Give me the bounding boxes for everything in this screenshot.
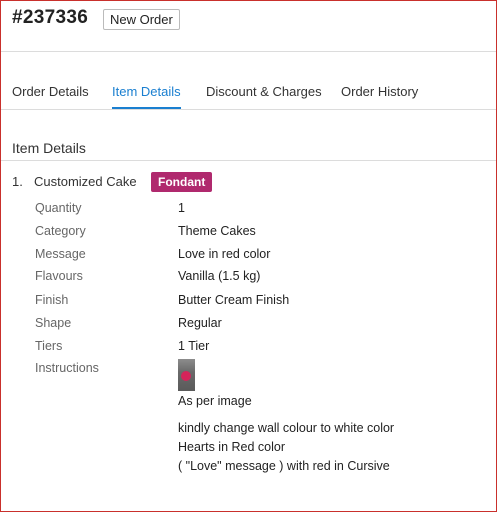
tab-order-details[interactable]: Order Details	[12, 84, 89, 108]
field-label: Shape	[35, 316, 72, 330]
instruction-line: Hearts in Red color	[178, 440, 285, 454]
item-index: 1.	[12, 174, 23, 189]
field-value: Vanilla (1.5 kg)	[178, 269, 261, 283]
reference-image-thumbnail[interactable]	[178, 359, 195, 391]
instruction-line: kindly change wall colour to white color	[178, 421, 395, 435]
field-value: Regular	[178, 316, 222, 330]
tab-item-details-label: Item Details	[112, 84, 181, 99]
order-id: #237336	[12, 7, 89, 28]
item-name: Customized Cake	[34, 174, 137, 189]
tab-discount-charges[interactable]: Discount & Charges	[206, 84, 322, 108]
thumbnail-heart	[181, 371, 191, 381]
field-value: Love in red color	[178, 247, 271, 261]
section-title: Item Details	[12, 140, 86, 156]
image-caption: As per image	[178, 394, 252, 408]
field-label: Tiers	[35, 339, 63, 353]
field-label: Message	[35, 247, 86, 261]
active-tab-indicator	[112, 107, 181, 109]
item-type-badge: Fondant	[151, 172, 213, 192]
field-value: 1	[178, 201, 185, 215]
order-detail-panel: #237336 New Order Order Details Item Det…	[0, 0, 497, 512]
field-label: Finish	[35, 293, 69, 307]
tab-bar: Order Details Item Details Discount & Ch…	[1, 79, 496, 110]
field-label: Category	[35, 224, 86, 238]
instructions-label: Instructions	[35, 361, 99, 375]
order-status-badge: New Order	[103, 9, 180, 30]
instruction-line: ( "Love" message ) with red in Cursive	[178, 459, 390, 473]
field-value: 1 Tier	[178, 339, 210, 353]
order-header: #237336 New Order	[1, 1, 496, 52]
field-value: Butter Cream Finish	[178, 293, 290, 307]
tab-order-history[interactable]: Order History	[341, 84, 418, 108]
tab-item-details[interactable]: Item Details	[112, 84, 181, 109]
section-divider	[1, 160, 496, 161]
field-label: Quantity	[35, 201, 82, 215]
field-label: Flavours	[35, 269, 83, 283]
field-value: Theme Cakes	[178, 224, 256, 238]
